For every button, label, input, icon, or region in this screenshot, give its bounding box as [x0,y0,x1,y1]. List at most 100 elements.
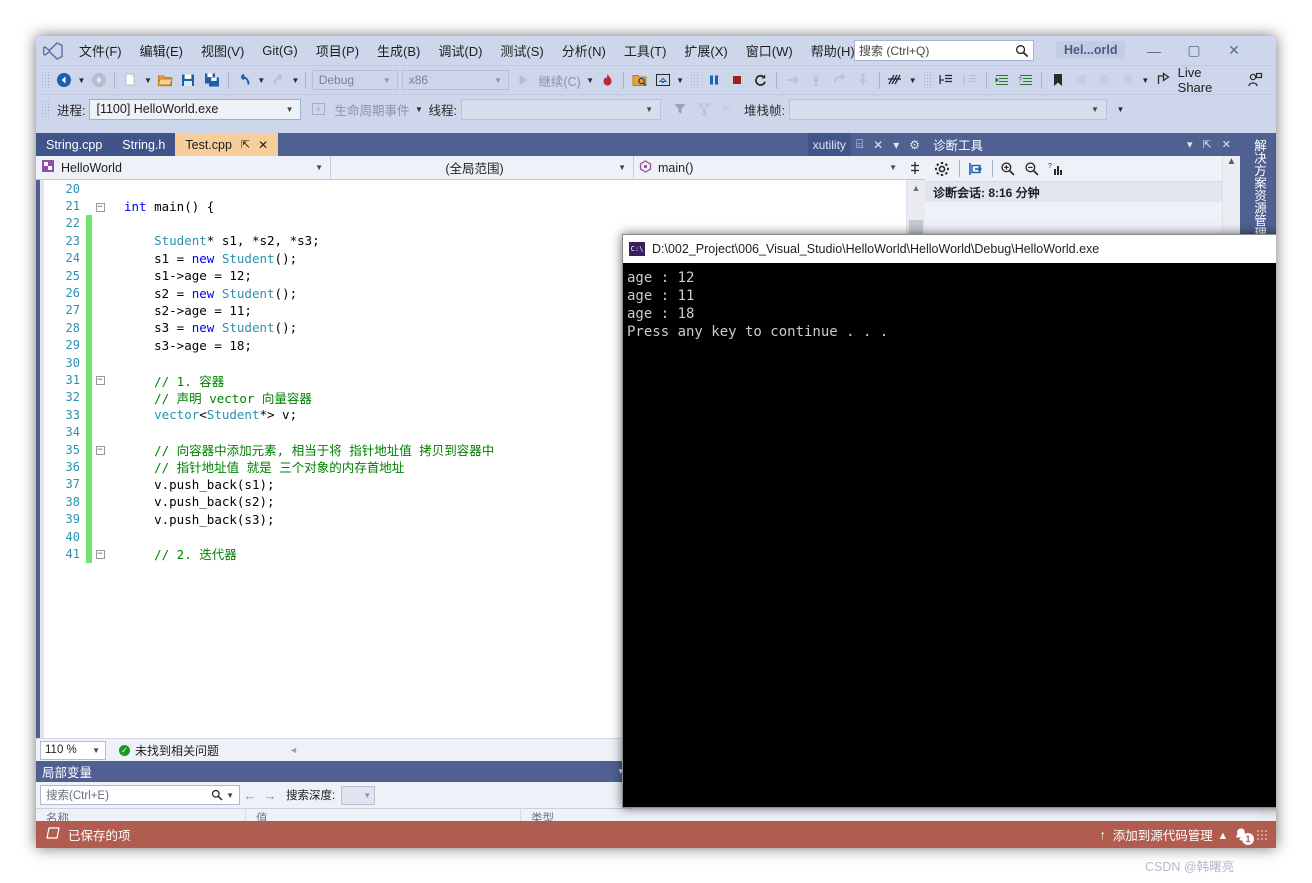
continue-label[interactable]: 继续(C) [534,71,584,90]
member-scope-combo[interactable]: (全局范围) ▼ [331,155,634,180]
collapse-icon[interactable]: − [95,550,105,560]
close-icon[interactable]: ✕ [1217,138,1236,151]
zoom-level-combo[interactable]: 110 % ▼ [40,740,106,760]
navigate-backward-dropdown-icon[interactable]: ▼ [76,69,87,91]
code-text[interactable]: int main() { [124,199,907,214]
outdent-icon[interactable]: ? [1015,69,1036,91]
menu-item-window[interactable]: 窗口(W) [737,37,802,64]
live-share-button[interactable]: Live Share [1151,65,1244,95]
flag-filter-icon[interactable] [669,98,691,120]
toolbar-grip[interactable] [41,100,50,118]
project-name-badge[interactable]: Hel...orld [1056,41,1126,59]
restore-icon[interactable]: ⌸ [851,133,868,156]
search-next-icon[interactable]: → [260,785,280,805]
menu-item-debug[interactable]: 调试(D) [429,37,491,64]
code-line[interactable]: 21 − int main() { [44,197,907,214]
chart-icon[interactable]: ? [1045,158,1067,180]
window-maximize-button[interactable]: ▢ [1174,36,1214,65]
menu-item-build[interactable]: 生成(B) [368,37,429,64]
stop-debugging-icon[interactable] [727,69,748,91]
comment-block-icon[interactable] [936,69,957,91]
stackframe-combo[interactable]: ▼ [788,98,1107,120]
function-scope-combo[interactable]: main() ▼ [634,156,904,180]
fold-margin[interactable]: − [92,374,108,386]
toolbar-grip[interactable] [41,71,50,89]
hot-reload-icon[interactable] [596,69,617,91]
save-icon[interactable] [178,69,199,91]
pin-icon[interactable]: ⇱ [1198,138,1217,151]
menu-item-view[interactable]: 视图(V) [192,37,253,64]
scroll-up-icon[interactable]: ▲ [907,180,925,196]
lifecycle-dropdown-icon[interactable]: ▼ [414,98,425,120]
scroll-up-icon[interactable]: ▲ [1223,156,1240,172]
locals-search-input[interactable]: 搜索(Ctrl+E) ▼ [40,785,240,805]
toolbar-grip[interactable] [923,71,932,89]
caret-up-icon[interactable]: ▴ [1220,827,1226,842]
quick-search-input[interactable]: 搜索 (Ctrl+Q) [854,40,1034,61]
open-file-icon[interactable] [154,69,175,91]
continue-dropdown-icon[interactable]: ▼ [585,69,596,91]
gear-icon[interactable] [931,158,953,180]
undo-dropdown-icon[interactable]: ▼ [256,69,267,91]
fold-margin[interactable]: − [92,201,108,212]
search-depth-combo[interactable]: ▼ [341,785,376,805]
close-icon[interactable]: ✕ [258,138,268,152]
fold-margin[interactable]: − [92,444,108,456]
chevron-down-icon[interactable]: ▼ [223,791,237,800]
lifecycle-events-label[interactable]: 生命周期事件 [330,100,413,119]
menu-item-extensions[interactable]: 扩展(X) [675,37,736,64]
zoom-in-icon[interactable] [997,158,1019,180]
pin-icon[interactable]: ⇱ [241,138,250,151]
attach-to-process-icon[interactable] [629,69,650,91]
bookmark-overflow-icon[interactable]: ▼ [1140,69,1151,91]
bookmark-icon[interactable] [1047,69,1068,91]
threads-icon[interactable] [885,69,906,91]
close-icon[interactable]: ✕ [868,133,888,156]
solution-platform-combo[interactable]: x86 ▼ [401,70,510,90]
editor-tab-string-cpp[interactable]: String.cpp [36,133,113,156]
code-line[interactable]: 22 [44,214,907,233]
upload-arrow-icon[interactable]: ↑ [1099,828,1105,842]
menu-item-git[interactable]: Git(G) [253,39,306,62]
collapse-icon[interactable]: − [95,446,105,456]
menu-item-test[interactable]: 测试(S) [491,37,552,64]
send-feedback-icon[interactable] [1245,69,1266,91]
threads-dropdown-icon[interactable]: ▼ [907,69,918,91]
show-diagnostic-icon[interactable] [652,69,673,91]
split-view-icon[interactable] [904,161,925,175]
search-previous-icon[interactable]: ← [240,785,260,805]
menu-item-file[interactable]: 文件(F) [70,37,131,64]
issue-prev-icon[interactable]: ◄ [289,745,298,755]
editor-tab-xutility[interactable]: xutility [807,133,851,156]
source-control-label[interactable]: 添加到源代码管理 [1113,825,1213,844]
code-line[interactable]: 20 [44,180,907,197]
gear-icon[interactable]: ⚙ [904,133,925,156]
console-window[interactable]: C:\ D:\002_Project\006_Visual_Studio\Hel… [622,234,1276,808]
resize-grip-icon[interactable] [1256,828,1268,841]
editor-tab-test-cpp[interactable]: Test.cpp ⇱ ✕ [175,133,279,156]
show-diagnostic-dropdown-icon[interactable]: ▼ [675,69,686,91]
notifications-bell-icon[interactable]: 1 [1233,827,1254,845]
break-all-icon[interactable] [703,69,724,91]
console-title-bar[interactable]: C:\ D:\002_Project\006_Visual_Studio\Hel… [623,235,1276,263]
menu-item-tools[interactable]: 工具(T) [615,37,676,64]
zoom-out-icon[interactable] [1021,158,1043,180]
toolbar-overflow-icon[interactable]: ▼ [1115,98,1126,120]
project-scope-combo[interactable]: HelloWorld ▼ [36,155,331,180]
restart-icon[interactable] [750,69,771,91]
solution-configuration-combo[interactable]: Debug ▼ [311,70,398,90]
window-close-button[interactable]: ✕ [1214,36,1254,65]
indent-icon[interactable] [992,69,1013,91]
menu-item-analyze[interactable]: 分析(N) [553,37,615,64]
save-all-icon[interactable] [201,69,222,91]
export-icon[interactable] [964,158,986,180]
chevron-down-icon[interactable]: ▾ [1182,138,1198,151]
process-combo[interactable]: [1100] HelloWorld.exe ▼ [89,98,302,120]
chevron-down-icon[interactable]: ▾ [888,133,904,156]
navigate-backward-icon[interactable] [54,69,75,91]
toolbar-grip[interactable] [690,71,700,89]
window-minimize-button[interactable]: — [1134,36,1174,65]
collapse-icon[interactable]: − [95,376,105,386]
collapse-icon[interactable]: − [95,202,105,212]
menu-item-edit[interactable]: 编辑(E) [131,37,192,64]
